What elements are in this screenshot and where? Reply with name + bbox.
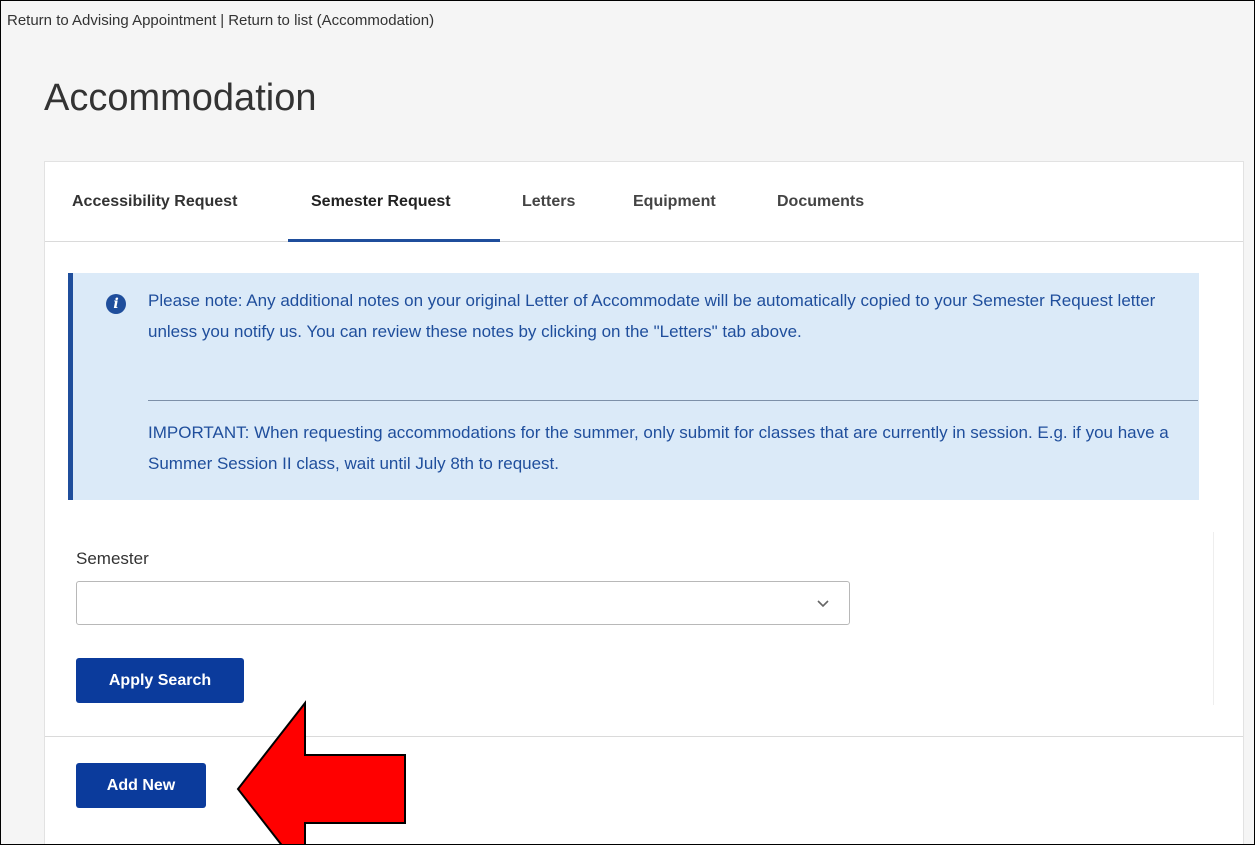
page-frame: Return to Advising Appointment | Return to… — [0, 0, 1255, 845]
info-icon: i — [106, 294, 126, 314]
breadcrumb-separator: | — [220, 12, 225, 29]
chevron-down-icon — [817, 600, 829, 608]
notice-text-summer: IMPORTANT: When requesting accommodation… — [148, 423, 1169, 473]
search-panel: Semester Apply Search — [76, 532, 1214, 705]
semester-label: Semester — [76, 549, 149, 568]
tab-letters[interactable]: Letters — [522, 193, 575, 211]
active-tab-indicator — [288, 239, 500, 242]
tab-semester-request[interactable]: Semester Request — [311, 193, 451, 211]
page-title: Accommodation — [44, 77, 317, 119]
tab-bar: Accessibility Request Semester Request L… — [45, 162, 1243, 242]
tab-accessibility-request[interactable]: Accessibility Request — [72, 193, 237, 211]
section-divider — [45, 736, 1243, 737]
notice-text-letters: Please note: Any additional notes on you… — [148, 291, 1156, 341]
apply-search-button[interactable]: Apply Search — [76, 658, 244, 703]
return-to-list-link[interactable]: Return to list (Accommodation) — [228, 12, 434, 29]
info-notice: i Please note: Any additional notes on y… — [68, 273, 1199, 500]
return-to-advising-link[interactable]: Return to Advising Appointment — [7, 12, 216, 29]
breadcrumb: Return to Advising Appointment | Return to… — [7, 12, 434, 29]
add-new-button[interactable]: Add New — [76, 763, 206, 808]
accommodation-card: Accessibility Request Semester Request L… — [44, 161, 1244, 844]
semester-select[interactable] — [76, 581, 850, 625]
notice-divider — [148, 400, 1198, 401]
red-pointer-arrow-icon — [236, 700, 406, 844]
tab-equipment[interactable]: Equipment — [633, 193, 716, 211]
tab-documents[interactable]: Documents — [777, 193, 864, 211]
